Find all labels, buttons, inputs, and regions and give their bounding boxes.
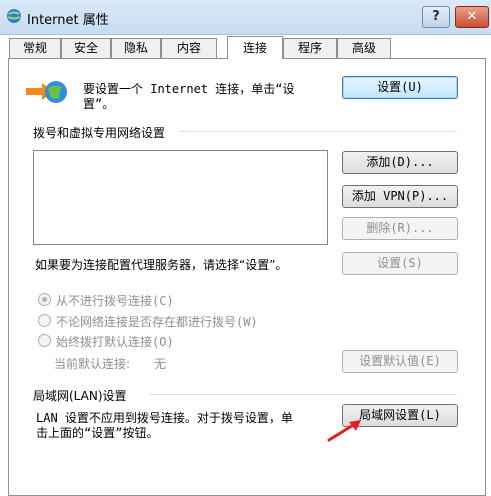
radio-always-dial-label: 始终拨打默认连接(O) (56, 335, 174, 349)
add-vpn-button[interactable]: 添加 VPN(P)... (342, 185, 458, 208)
setup-text-line2: 置”。 (83, 97, 115, 111)
help-button[interactable]: ? (422, 6, 450, 28)
radio-dial-when-no-network[interactable] (38, 314, 51, 327)
tab-security[interactable]: 安全 (61, 38, 111, 58)
lan-text-line2: 击上面的“设置”按钮。 (36, 426, 159, 440)
network-globe-icon (26, 81, 67, 103)
setup-button[interactable]: 设置(U) (342, 76, 458, 99)
lan-group-divider (150, 394, 457, 395)
current-default-value: 无 (154, 357, 167, 371)
set-default-button[interactable]: 设置默认值(E) (342, 350, 458, 373)
tab-advanced[interactable]: 高级 (337, 38, 391, 58)
add-connection-button[interactable]: 添加(D)... (342, 151, 458, 174)
tab-privacy[interactable]: 隐私 (111, 38, 161, 58)
settings-button[interactable]: 设置(S) (342, 252, 458, 275)
dialup-group-label: 拨号和虚拟专用网络设置 (33, 126, 166, 140)
lan-group-label: 局域网(LAN)设置 (33, 389, 127, 403)
dialup-group-divider (180, 131, 457, 132)
delete-connection-button[interactable]: 删除(R)... (342, 217, 458, 240)
internet-options-icon (7, 9, 21, 23)
tab-general[interactable]: 常规 (9, 38, 61, 58)
radio-never-dial[interactable] (38, 293, 51, 306)
annotation-arrow-icon (327, 420, 361, 442)
current-default-label: 当前默认连接: (54, 357, 131, 371)
window-title: Internet 属性 (27, 13, 109, 28)
connections-list[interactable] (33, 150, 328, 245)
setup-text-line1: 要设置一个 Internet 连接，单击“设 (83, 82, 295, 96)
proxy-info-text: 如果要为连接配置代理服务器，请选择“设置”。 (35, 258, 288, 272)
tab-programs[interactable]: 程序 (283, 38, 337, 58)
tab-content[interactable]: 内容 (161, 38, 217, 58)
tab-connections[interactable]: 连接 (227, 36, 283, 59)
radio-always-dial[interactable] (38, 334, 51, 347)
radio-dial-when-no-network-label: 不论网络连接是否存在都进行拨号(W) (56, 315, 258, 329)
title-bar: Internet 属性 ? ✕ (0, 0, 491, 35)
close-button[interactable]: ✕ (455, 6, 489, 28)
radio-never-dial-label: 从不进行拨号连接(C) (56, 294, 174, 308)
